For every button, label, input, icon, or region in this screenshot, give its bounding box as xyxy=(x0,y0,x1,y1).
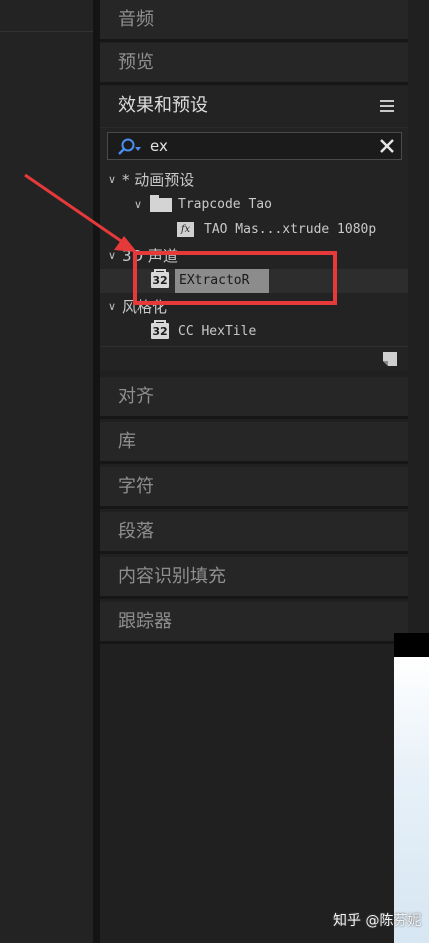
preview-image xyxy=(394,657,429,943)
annotation-highlight-box xyxy=(133,251,337,305)
search-value: ex xyxy=(150,137,168,155)
folder-icon xyxy=(150,195,172,212)
panel-character[interactable]: 字符 xyxy=(100,467,408,509)
panel-library[interactable]: 库 xyxy=(100,422,408,464)
panel-library-title: 库 xyxy=(118,431,136,452)
left-panel-divider xyxy=(0,31,93,32)
tree-label: CC HexTile xyxy=(178,324,257,339)
panel-align-title: 对齐 xyxy=(118,386,154,407)
new-bin-icon[interactable] xyxy=(382,351,398,367)
panel-align[interactable]: 对齐 xyxy=(100,377,408,419)
panel-content-aware-fill[interactable]: 内容识别填充 xyxy=(100,557,408,599)
panel-preview[interactable]: 预览 xyxy=(100,43,408,85)
tree-item-cc-hextile[interactable]: 32 CC HexTile xyxy=(100,320,408,344)
tree-label: TAO Mas...xtrude 1080p xyxy=(204,222,377,237)
fx-preset-icon: fx xyxy=(177,222,194,237)
effects-footer xyxy=(100,346,408,371)
annotation-arrow xyxy=(24,173,137,252)
panel-effects-presets[interactable]: 效果和预设 xyxy=(100,86,408,128)
32bit-effect-icon: 32 xyxy=(151,320,169,339)
panel-preview-title: 预览 xyxy=(118,52,154,73)
panel-tracker[interactable]: 跟踪器 xyxy=(100,602,408,644)
search-icon[interactable] xyxy=(116,137,144,157)
watermark: 知乎 @陈芬妮 xyxy=(333,913,422,929)
panel-splitter[interactable] xyxy=(93,0,100,943)
panel-tracker-title: 跟踪器 xyxy=(118,611,172,632)
panel-paragraph-title: 段落 xyxy=(118,521,154,542)
tree-label: Trapcode Tao xyxy=(178,197,272,212)
clear-icon[interactable] xyxy=(377,136,397,156)
left-panel xyxy=(0,0,93,943)
panel-character-title: 字符 xyxy=(118,476,154,497)
effects-search-input[interactable]: ex xyxy=(107,132,402,160)
panel-menu-icon[interactable] xyxy=(380,100,394,115)
chevron-down-icon[interactable]: ∨ xyxy=(108,295,116,319)
panel-audio[interactable]: 音频 xyxy=(100,0,408,42)
panel-effects-presets-title: 效果和预设 xyxy=(118,95,208,116)
panel-audio-title: 音频 xyxy=(118,9,154,30)
panel-paragraph[interactable]: 段落 xyxy=(100,512,408,554)
panel-content-aware-fill-title: 内容识别填充 xyxy=(118,566,226,587)
